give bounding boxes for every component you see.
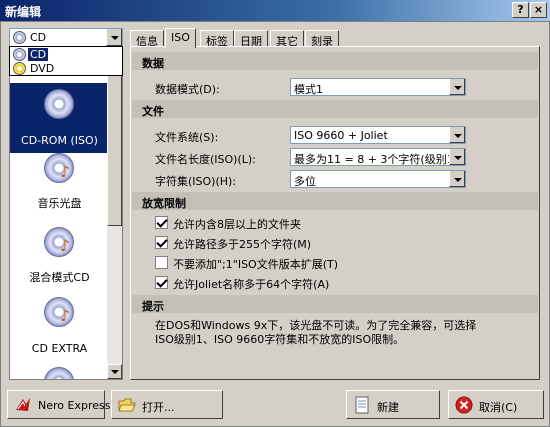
music-note-icon: ♪: [59, 236, 71, 255]
new-button[interactable]: 新建: [346, 390, 440, 419]
music-note-icon: ♪: [59, 162, 71, 181]
tab-burn[interactable]: 刻录: [305, 30, 339, 48]
hint-line: 在DOS和Windows 9x下，该光盘不可读。为了完全兼容，可选择: [155, 319, 477, 332]
cd-icon: [44, 367, 74, 379]
media-option-label: DVD: [30, 62, 55, 75]
allow-deep-folders-checkbox[interactable]: [155, 216, 168, 229]
category-label: 混合模式CD: [29, 271, 90, 284]
hint-text: 在DOS和Windows 9x下，该光盘不可读。为了完全兼容，可选择 ISO级别…: [155, 319, 525, 347]
data-mode-value: 模式1: [294, 83, 323, 96]
allow-long-path-checkbox[interactable]: [155, 236, 168, 249]
open-folder-icon: [118, 398, 136, 412]
media-option-cd[interactable]: CD: [10, 47, 122, 61]
allow-long-joliet-label: 允许Joliet名称多于64个字符(A): [173, 278, 330, 291]
chevron-down-icon[interactable]: [449, 171, 465, 187]
hint-line: ISO级别1、ISO 9660字符集和不放宽的ISO限制。: [155, 333, 405, 346]
scroll-thumb[interactable]: [107, 66, 122, 226]
data-section-header: 数据: [132, 52, 538, 70]
allow-long-joliet-checkbox[interactable]: [155, 276, 168, 289]
open-label: 打开...: [142, 401, 175, 414]
new-label: 新建: [377, 401, 399, 414]
media-type-value: CD: [30, 31, 47, 44]
file-system-select[interactable]: ISO 9660 + Joliet: [290, 126, 466, 144]
no-version-ext-checkbox[interactable]: [155, 256, 168, 269]
filename-length-select[interactable]: 最多为11 = 8 + 3个字符(级别1): [290, 148, 466, 166]
relax-section-header: 放宽限制: [132, 192, 538, 210]
data-mode-label: 数据模式(D):: [155, 83, 220, 96]
tab-iso[interactable]: ISO: [165, 28, 196, 48]
cancel-icon: [455, 396, 473, 414]
window-title: 新编辑: [5, 5, 42, 19]
category-label: 音乐光盘: [37, 197, 82, 210]
chevron-down-icon[interactable]: [449, 149, 465, 165]
category-list[interactable]: CD-ROM (ISO) ♪ 音乐光盘 ♪ 混合模式CD ♪ CD EXTRA: [9, 50, 123, 380]
category-item-cd-rom[interactable]: CD-ROM (ISO): [10, 83, 109, 153]
tab-misc[interactable]: 其它: [270, 30, 304, 48]
media-option-label: CD: [28, 48, 49, 61]
music-note-icon: ♪: [59, 306, 71, 325]
iso-panel: 数据 数据模式(D): 模式1 文件 文件系统(S): ISO 9660 + J…: [130, 46, 540, 380]
dvd-disc-icon: [13, 62, 26, 75]
cd-disc-icon: [13, 31, 26, 44]
charset-value: 多位: [294, 175, 316, 188]
media-type-select[interactable]: CD: [9, 28, 123, 47]
title-bar: 新编辑 ? ×: [0, 0, 550, 21]
file-section-header: 文件: [132, 100, 538, 118]
media-option-dvd[interactable]: DVD: [10, 61, 122, 75]
category-item-mixed-mode-cd[interactable]: ♪ 混合模式CD: [10, 221, 109, 291]
category-item-music-cd[interactable]: ♪ 音乐光盘: [10, 147, 109, 217]
close-button[interactable]: ×: [530, 2, 547, 18]
file-system-value: ISO 9660 + Joliet: [294, 129, 388, 142]
tab-label[interactable]: 标签: [200, 30, 234, 48]
category-scrollbar[interactable]: [107, 51, 122, 379]
charset-label: 字符集(ISO)(H):: [155, 175, 237, 188]
file-system-label: 文件系统(S):: [155, 131, 219, 144]
tab-date[interactable]: 日期: [234, 30, 268, 48]
charset-select[interactable]: 多位: [290, 170, 466, 188]
allow-deep-folders-label: 允许内含8层以上的文件夹: [173, 218, 301, 231]
data-mode-select[interactable]: 模式1: [290, 78, 466, 96]
chevron-down-icon[interactable]: [449, 79, 465, 95]
scroll-down-button[interactable]: [107, 364, 122, 379]
cd-rom-icon: [44, 89, 74, 119]
help-button[interactable]: ?: [512, 2, 529, 18]
cancel-button[interactable]: 取消(C): [448, 390, 544, 419]
category-label: CD-ROM (ISO): [21, 134, 98, 147]
nero-express-icon: [16, 398, 30, 411]
filename-length-value: 最多为11 = 8 + 3个字符(级别1): [294, 153, 458, 166]
filename-length-label: 文件名长度(ISO)(L):: [155, 153, 256, 166]
hint-section-header: 提示: [132, 295, 538, 313]
open-button[interactable]: 打开...: [111, 390, 223, 419]
cancel-label: 取消(C): [479, 401, 518, 414]
media-type-dropdown[interactable]: CD DVD: [9, 46, 123, 76]
category-label: CD EXTRA: [31, 342, 88, 355]
new-document-icon: [355, 396, 369, 414]
nero-express-button[interactable]: Nero Express(X): [7, 390, 127, 419]
category-item-more[interactable]: [10, 361, 109, 379]
allow-long-path-label: 允许路径多于255个字符(M): [173, 238, 312, 251]
no-version-ext-label: 不要添加";1"ISO文件版本扩展(T): [173, 258, 339, 271]
chevron-down-icon[interactable]: [449, 127, 465, 143]
cd-disc-icon: [13, 48, 26, 61]
category-item-cd-extra[interactable]: ♪ CD EXTRA: [10, 291, 109, 361]
tab-info[interactable]: 信息: [130, 30, 164, 48]
chevron-down-icon[interactable]: [106, 29, 122, 46]
